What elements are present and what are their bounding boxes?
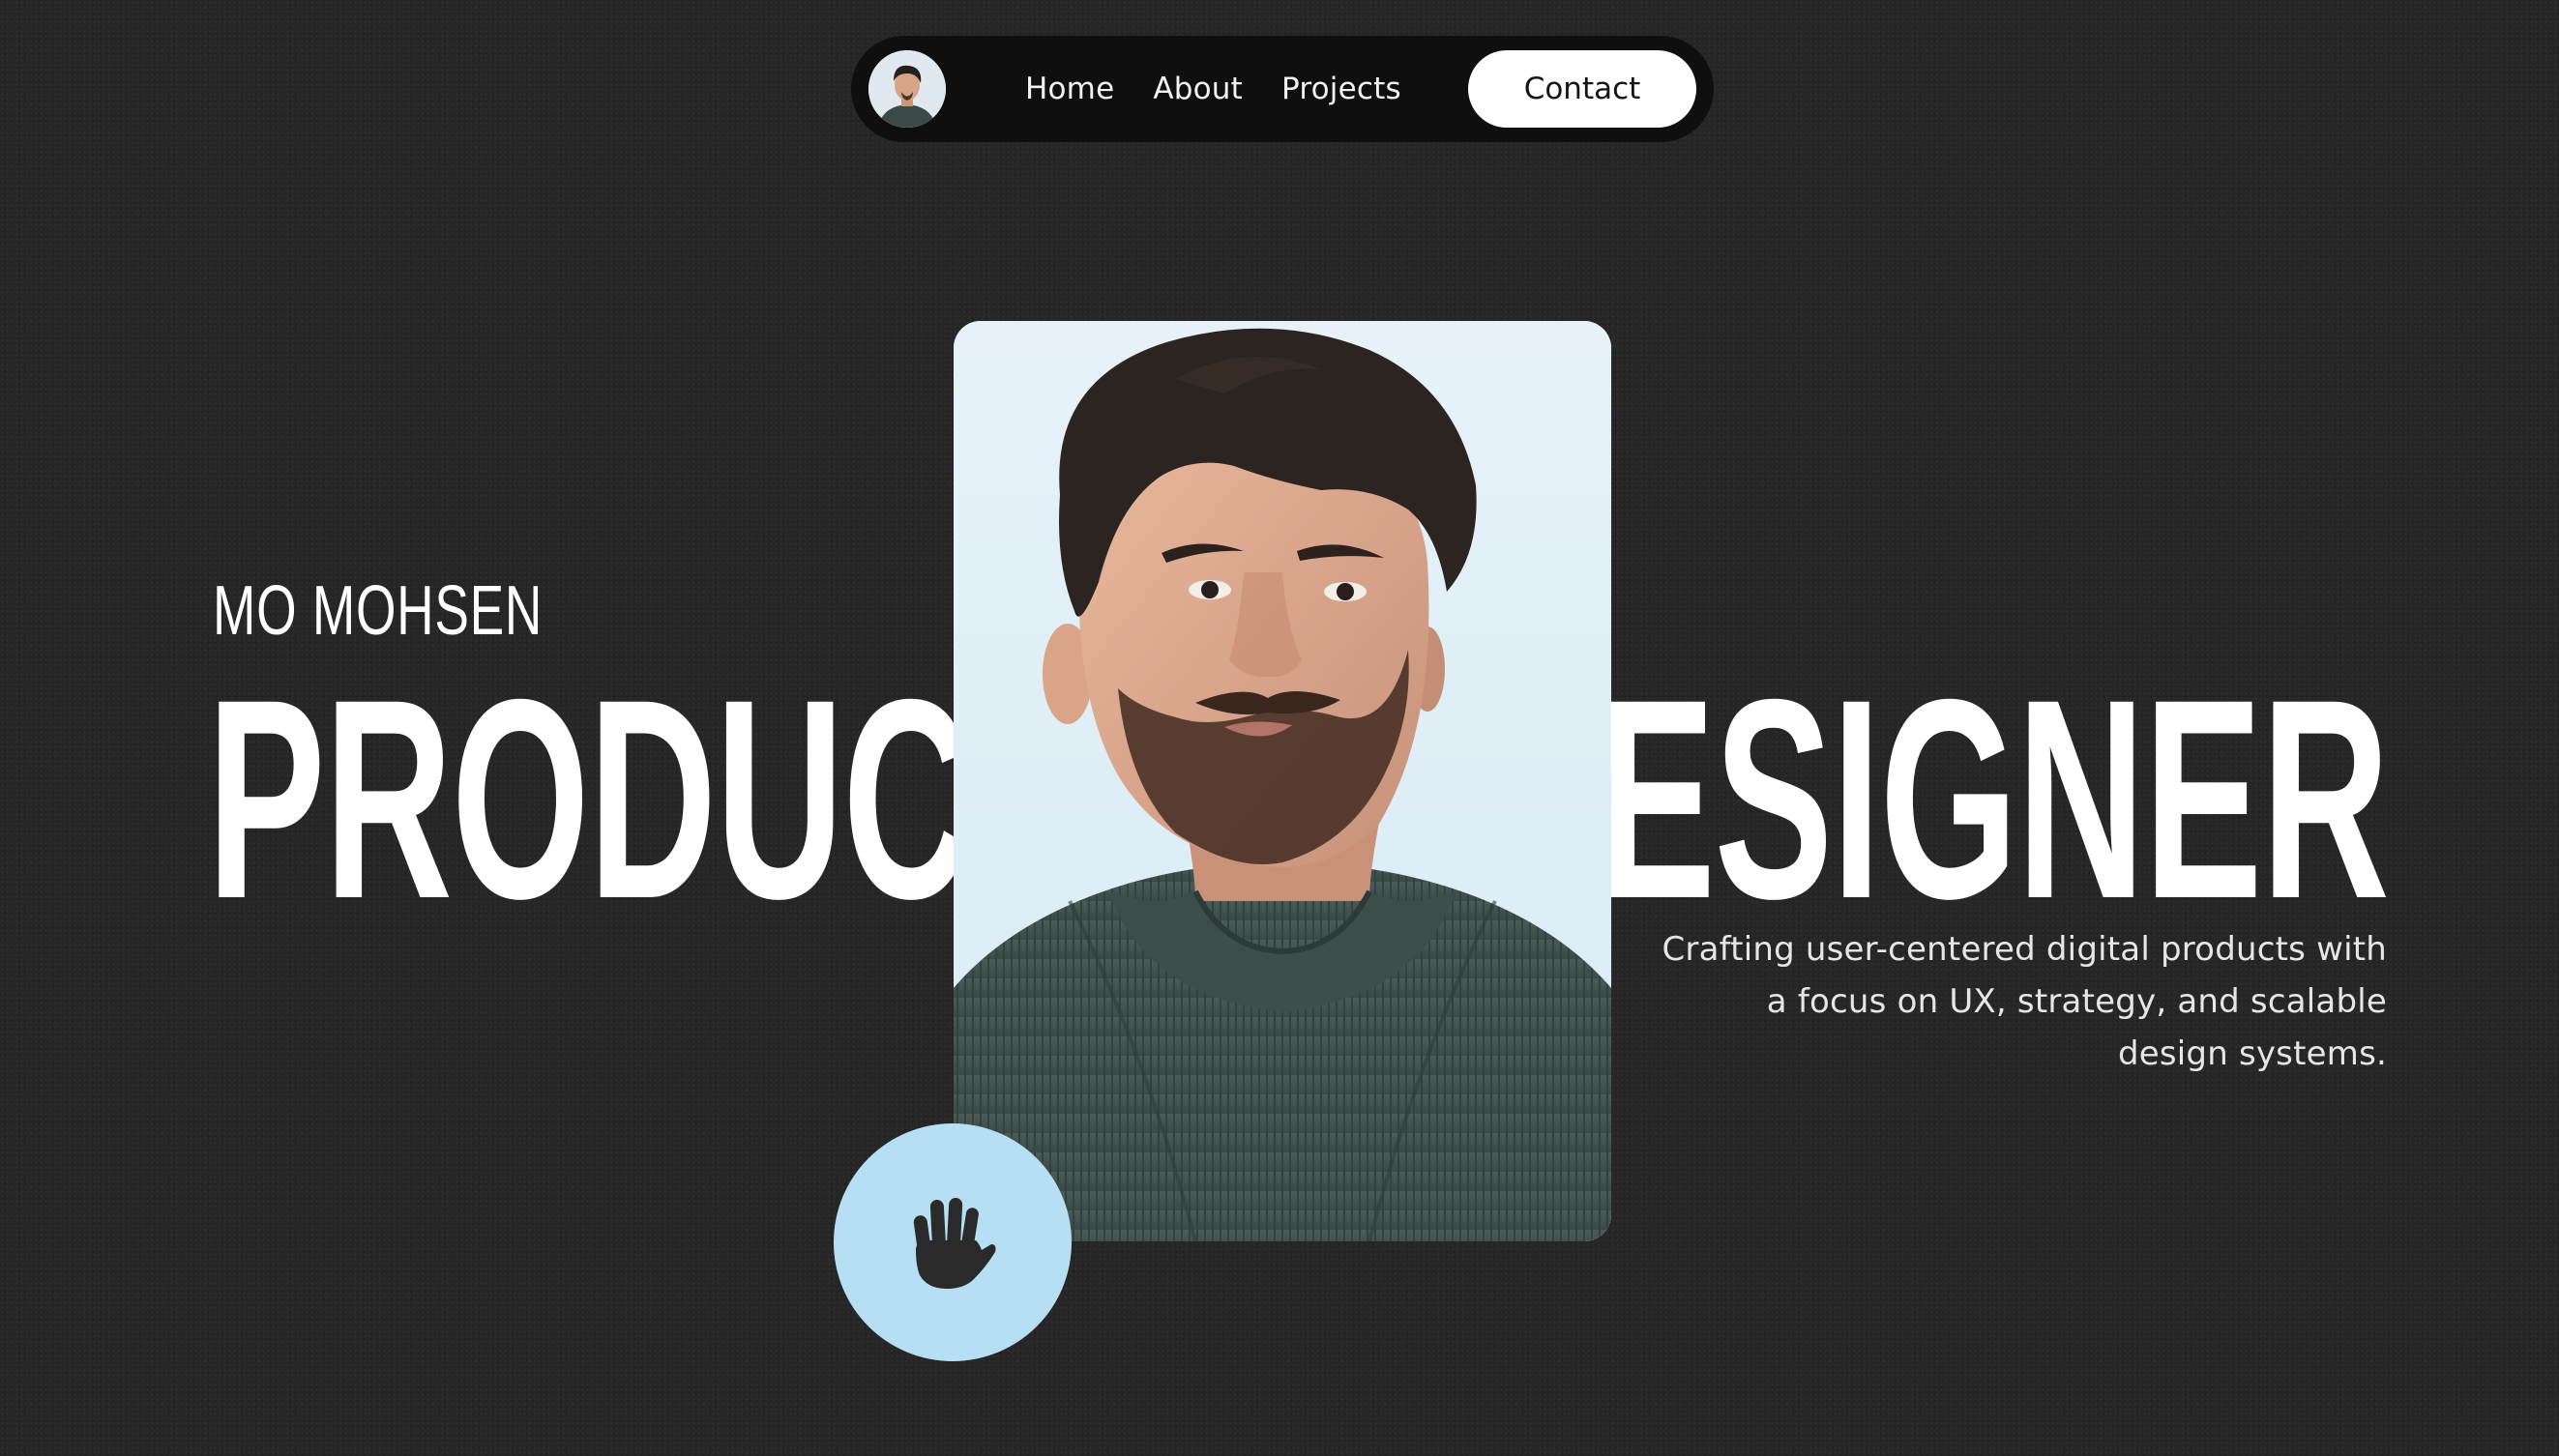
person-avatar-icon — [868, 50, 946, 128]
top-nav: Home About Projects Contact — [851, 36, 1714, 142]
hero-tagline: Crafting user-centered digital products … — [1662, 930, 2387, 1073]
waving-hand-icon — [913, 1198, 996, 1289]
avatar[interactable] — [868, 50, 946, 128]
nav-link-projects[interactable]: Projects — [1281, 72, 1401, 106]
designer-name: MO MOHSEN — [213, 572, 544, 650]
contact-button[interactable]: Contact — [1468, 50, 1696, 128]
nav-links: Home About Projects — [1025, 36, 1401, 142]
portrait-photo — [954, 321, 1611, 1241]
nav-link-about[interactable]: About — [1153, 72, 1243, 106]
wave-button[interactable] — [834, 1123, 1072, 1361]
headline-product: PRODUCT — [207, 641, 1078, 958]
portrait-illustration — [954, 321, 1611, 1241]
nav-link-home[interactable]: Home — [1025, 72, 1114, 106]
